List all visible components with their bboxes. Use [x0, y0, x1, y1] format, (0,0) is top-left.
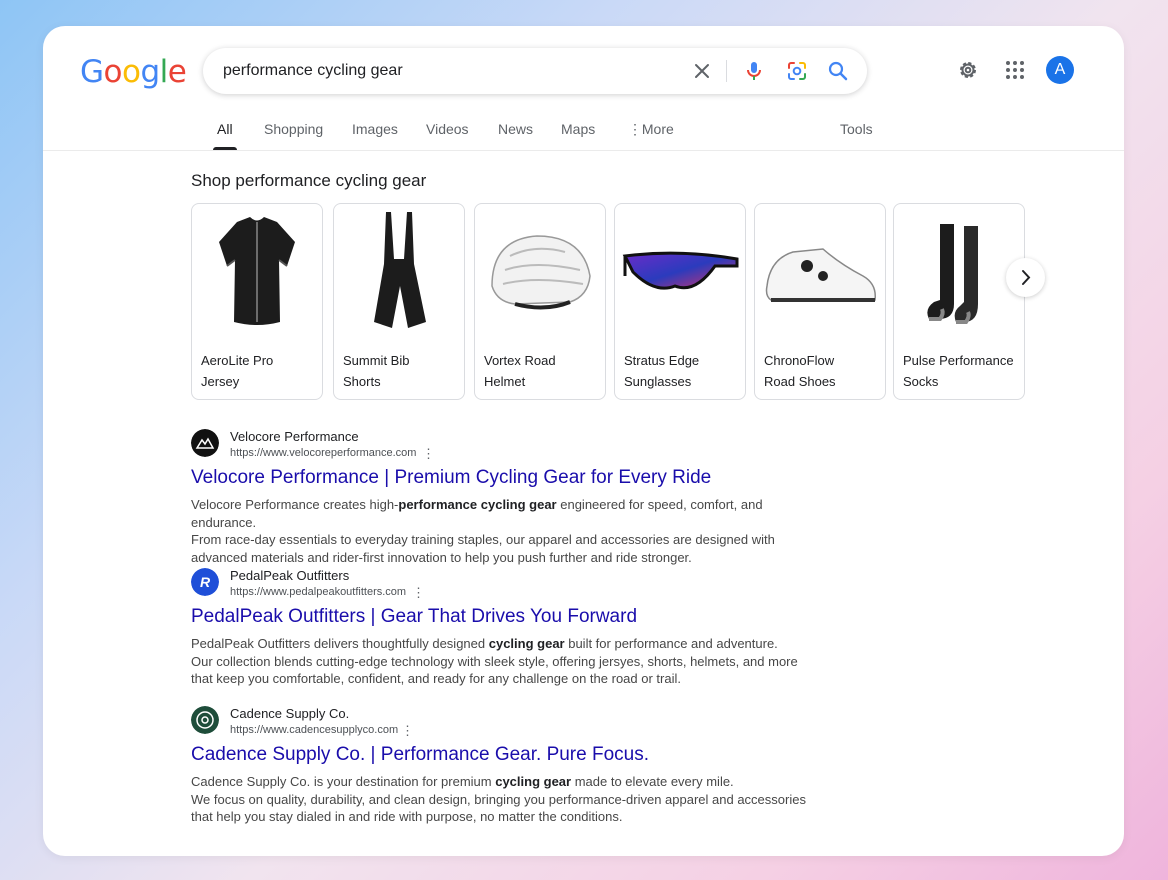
result-title[interactable]: Velocore Performance | Premium Cycling G… — [191, 467, 711, 489]
result-snippet: Cadence Supply Co. is your destination f… — [191, 774, 806, 824]
product-card[interactable]: Pulse Performance Socks — [893, 203, 1025, 400]
product-name: AeroLite Pro Jersey — [201, 353, 274, 389]
result-title[interactable]: PedalPeak Outfitters | Gear That Drives … — [191, 606, 637, 628]
search-results-window: Google performance cycling gear A All Sh… — [43, 26, 1124, 856]
bib-shorts-icon — [374, 212, 426, 328]
result-url[interactable]: https://www.pedalpeakoutfitters.com — [230, 586, 406, 598]
product-card[interactable]: Vortex Road Helmet — [474, 203, 606, 400]
tab-shopping[interactable]: Shopping — [264, 121, 323, 137]
result-menu-icon[interactable]: ⋮ — [422, 446, 435, 462]
sunglasses-icon — [622, 251, 739, 290]
result-menu-icon[interactable]: ⋮ — [401, 723, 414, 739]
tab-all[interactable]: All — [217, 121, 233, 137]
product-card[interactable]: ChronoFlow Road Shoes — [754, 203, 886, 400]
search-input[interactable]: performance cycling gear — [223, 62, 403, 80]
tabs-divider — [43, 150, 1124, 151]
socks-icon — [927, 224, 978, 324]
search-result: R PedalPeak Outfitters https://www.pedal… — [191, 568, 831, 688]
lens-icon[interactable] — [785, 59, 809, 83]
result-url[interactable]: https://www.cadencesupplyco.com — [230, 724, 398, 736]
tab-tools[interactable]: Tools — [840, 121, 873, 137]
tab-more[interactable]: ⋮ More — [628, 121, 674, 138]
result-snippet: Velocore Performance creates high-perfor… — [191, 497, 775, 565]
search-icon[interactable] — [826, 59, 850, 83]
product-name: Vortex Road Helmet — [484, 353, 556, 389]
search-result: Cadence Supply Co. https://www.cadencesu… — [191, 706, 831, 826]
product-card[interactable]: Stratus Edge Sunglasses — [614, 203, 746, 400]
result-site-name: Cadence Supply Co. — [230, 706, 350, 721]
product-card[interactable]: Summit Bib Shorts — [333, 203, 465, 400]
tab-maps[interactable]: Maps — [561, 121, 595, 137]
search-result: Velocore Performance https://www.velocor… — [191, 429, 831, 565]
product-name: Stratus Edge Sunglasses — [624, 353, 700, 389]
account-avatar[interactable]: A — [1046, 56, 1074, 84]
more-vert-icon: ⋮ — [628, 121, 642, 137]
search-tabs: All Shopping Images Videos News Maps ⋮ M… — [43, 121, 1124, 151]
shopping-section-title: Shop performance cycling gear — [191, 171, 427, 190]
helmet-icon — [491, 235, 591, 310]
google-logo[interactable]: Google — [80, 54, 187, 90]
result-url[interactable]: https://www.velocoreperformance.com — [230, 447, 416, 459]
velocore-logo-icon[interactable] — [191, 429, 219, 457]
cadence-logo-icon[interactable] — [191, 706, 219, 734]
search-divider — [726, 60, 727, 82]
clear-icon[interactable] — [690, 59, 714, 83]
svg-text:R: R — [200, 574, 211, 590]
settings-gear-icon[interactable] — [956, 58, 980, 82]
product-name: Summit Bib Shorts — [343, 353, 410, 389]
tab-more-label: More — [641, 121, 674, 137]
shoe-icon — [765, 248, 876, 302]
product-name: Pulse Performance Socks — [903, 353, 1014, 389]
result-site-name: Velocore Performance — [230, 429, 359, 444]
jersey-icon — [219, 217, 295, 325]
result-site-name: PedalPeak Outfitters — [230, 568, 350, 583]
search-box[interactable]: performance cycling gear — [203, 48, 867, 94]
result-title[interactable]: Cadence Supply Co. | Performance Gear. P… — [191, 744, 649, 766]
tab-images[interactable]: Images — [352, 121, 398, 137]
result-menu-icon[interactable]: ⋮ — [412, 585, 425, 601]
product-card[interactable]: AeroLite Pro Jersey — [191, 203, 323, 400]
tab-news[interactable]: News — [498, 121, 533, 137]
pedalpeak-logo-icon[interactable]: R — [191, 568, 219, 596]
tab-videos[interactable]: Videos — [426, 121, 469, 137]
result-snippet: PedalPeak Outfitters delivers thoughtful… — [191, 636, 798, 686]
chevron-right-icon — [1022, 270, 1031, 285]
product-name: ChronoFlow Road Shoes — [764, 353, 836, 389]
apps-grid-icon[interactable] — [1003, 58, 1027, 82]
carousel-next-button[interactable] — [1006, 258, 1045, 297]
microphone-icon[interactable] — [742, 59, 766, 83]
